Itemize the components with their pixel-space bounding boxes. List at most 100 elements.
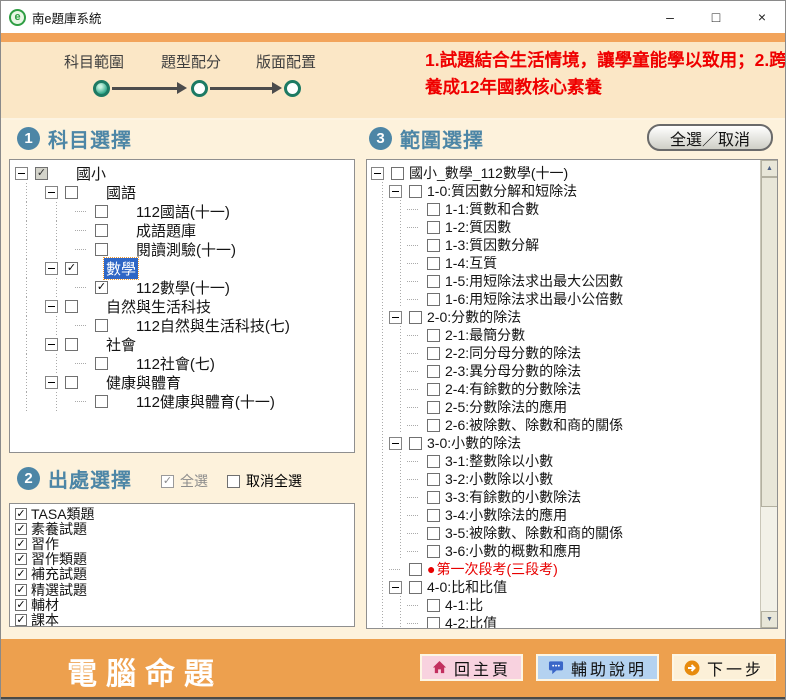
expand-collapse-icon[interactable] [389, 311, 402, 324]
tree-checkbox[interactable] [427, 383, 440, 396]
tree-checkbox[interactable] [65, 186, 78, 199]
tree-checkbox[interactable] [95, 205, 108, 218]
tree-label[interactable]: 2-0:分數的除法 [425, 307, 523, 327]
maximize-button[interactable]: □ [693, 1, 739, 33]
scroll-down-icon[interactable]: ▼ [761, 611, 778, 628]
tree-label[interactable]: 112國語(十一) [134, 201, 232, 222]
tree-label[interactable]: 國小_數學_112數學(十一) [407, 163, 570, 183]
tree-checkbox[interactable] [427, 203, 440, 216]
tree-checkbox[interactable] [427, 275, 440, 288]
item-checkbox[interactable]: ✓ [15, 508, 27, 520]
tree-checkbox[interactable] [409, 437, 422, 450]
tree-label[interactable]: 健康與體育 [104, 372, 183, 393]
close-button[interactable]: × [739, 1, 785, 33]
source-list-item[interactable]: ✓課本 [14, 612, 354, 627]
select-toggle-all-button[interactable]: 全選／取消 [647, 124, 773, 151]
tree-label[interactable]: 1-2:質因數 [443, 217, 513, 237]
tree-label[interactable]: 2-6:被除數、除數和商的關係 [443, 415, 625, 435]
tree-label[interactable]: ●第一次段考(三段考) [425, 559, 560, 579]
tree-label[interactable]: 1-1:質數和合數 [443, 199, 541, 219]
step-circle-2[interactable] [191, 80, 208, 97]
tree-label[interactable]: 2-1:最簡分數 [443, 325, 527, 345]
source-list-item[interactable]: ✓素養試題 [14, 521, 354, 536]
tree-label[interactable]: 112數學(十一) [134, 277, 232, 298]
tree-label[interactable]: 4-2:比值 [443, 613, 499, 629]
tree-checkbox[interactable] [427, 365, 440, 378]
tree-label[interactable]: 3-2:小數除以小數 [443, 469, 555, 489]
tree-checkbox[interactable] [427, 347, 440, 360]
tree-label[interactable]: 國小 [74, 163, 108, 184]
deselect-all-checkbox[interactable]: 取消全選 [227, 471, 302, 491]
tree-label[interactable]: 112健康與體育(十一) [134, 391, 277, 412]
step-layout-config[interactable]: 版面配置 [231, 51, 341, 72]
item-checkbox[interactable]: ✓ [15, 538, 27, 550]
tree-checkbox[interactable] [95, 357, 108, 370]
tree-checkbox[interactable] [65, 300, 78, 313]
tree-checkbox[interactable] [427, 599, 440, 612]
step-subject-range[interactable]: 科目範圍 [39, 51, 149, 72]
expand-collapse-icon[interactable] [371, 167, 384, 180]
tree-checkbox[interactable] [409, 311, 422, 324]
scroll-up-icon[interactable]: ▲ [761, 160, 778, 177]
tree-checkbox[interactable] [95, 319, 108, 332]
expand-collapse-icon[interactable] [45, 376, 58, 389]
tree-checkbox[interactable] [95, 224, 108, 237]
step-circle-3[interactable] [284, 80, 301, 97]
tree-label[interactable]: 1-3:質因數分解 [443, 235, 541, 255]
tree-checkbox[interactable] [427, 239, 440, 252]
tree-label[interactable]: 2-4:有餘數的分數除法 [443, 379, 583, 399]
tree-label[interactable]: 1-6:用短除法求出最小公倍數 [443, 289, 625, 309]
tree-checkbox[interactable] [427, 527, 440, 540]
tree-checkbox[interactable] [427, 473, 440, 486]
tree-checkbox[interactable] [427, 401, 440, 414]
tree-checkbox[interactable] [427, 509, 440, 522]
item-checkbox[interactable]: ✓ [15, 553, 27, 565]
expand-collapse-icon[interactable] [389, 185, 402, 198]
next-step-button[interactable]: 下一步 [672, 654, 776, 681]
tree-label[interactable]: 國語 [104, 182, 138, 203]
checkbox-icon[interactable]: ✓ [161, 475, 174, 488]
checkbox-icon[interactable] [227, 475, 240, 488]
tree-checkbox[interactable] [65, 338, 78, 351]
tree-label[interactable]: 3-6:小數的概數和應用 [443, 541, 583, 561]
tree-checkbox[interactable] [95, 243, 108, 256]
tree-checkbox[interactable] [409, 581, 422, 594]
help-button[interactable]: 輔助說明 [536, 654, 659, 681]
tree-label[interactable]: 2-2:同分母分數的除法 [443, 343, 583, 363]
tree-label[interactable]: 2-3:異分母分數的除法 [443, 361, 583, 381]
expand-collapse-icon[interactable] [389, 437, 402, 450]
tree-checkbox[interactable] [427, 221, 440, 234]
tree-checkbox[interactable]: ✓ [65, 262, 78, 275]
tree-label[interactable]: 自然與生活科技 [104, 296, 213, 317]
select-all-checkbox[interactable]: ✓ 全選 [161, 471, 208, 491]
tree-checkbox[interactable] [427, 617, 440, 630]
vertical-scrollbar[interactable]: ▲ ▼ [760, 160, 777, 628]
tree-checkbox[interactable] [65, 376, 78, 389]
tree-checkbox[interactable] [427, 293, 440, 306]
tree-label[interactable]: 數學 [104, 258, 138, 279]
item-checkbox[interactable]: ✓ [15, 568, 27, 580]
tree-label[interactable]: 3-0:小數的除法 [425, 433, 523, 453]
item-checkbox[interactable]: ✓ [15, 614, 27, 626]
item-checkbox[interactable]: ✓ [15, 584, 27, 596]
tree-label[interactable]: 4-0:比和比值 [425, 577, 509, 597]
expand-collapse-icon[interactable] [15, 167, 28, 180]
tree-checkbox[interactable]: ✓ [95, 281, 108, 294]
tree-checkbox[interactable]: ✓ [35, 167, 48, 180]
item-checkbox[interactable]: ✓ [15, 599, 27, 611]
step-question-allocation[interactable]: 題型配分 [136, 51, 246, 72]
expand-collapse-icon[interactable] [45, 262, 58, 275]
scrollbar-thumb[interactable] [761, 177, 778, 507]
source-list-item[interactable]: ✓精選試題 [14, 582, 354, 597]
step-circle-1[interactable] [93, 80, 110, 97]
item-checkbox[interactable]: ✓ [15, 523, 27, 535]
tree-label[interactable]: 閱讀測驗(十一) [134, 239, 238, 260]
tree-checkbox[interactable] [427, 545, 440, 558]
tree-checkbox[interactable] [427, 491, 440, 504]
tree-label[interactable]: 3-3:有餘數的小數除法 [443, 487, 583, 507]
tree-label[interactable]: 1-0:質因數分解和短除法 [425, 181, 579, 201]
tree-label[interactable]: 3-4:小數除法的應用 [443, 505, 569, 525]
tree-label[interactable]: 4-1:比 [443, 595, 485, 615]
tree-label[interactable]: 3-1:整數除以小數 [443, 451, 555, 471]
tree-checkbox[interactable] [409, 563, 422, 576]
